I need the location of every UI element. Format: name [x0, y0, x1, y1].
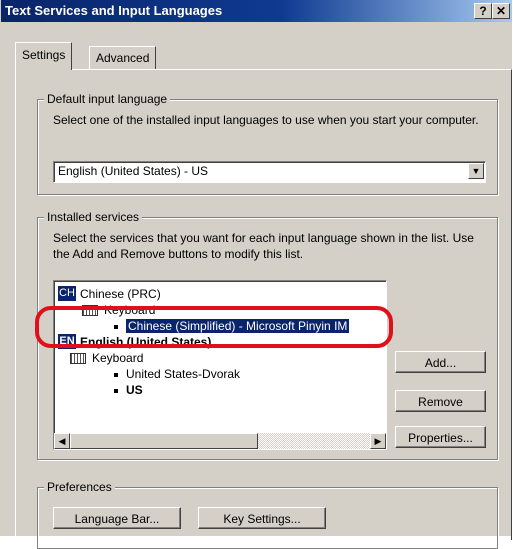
add-button[interactable]: Add...	[395, 351, 486, 373]
tree-item-us[interactable]: US	[114, 382, 143, 398]
default-language-legend: Default input language	[44, 92, 171, 106]
properties-button[interactable]: Properties...	[395, 426, 486, 448]
installed-services-legend: Installed services	[44, 210, 143, 224]
highlight-annotation	[35, 306, 393, 348]
window-title: Text Services and Input Languages	[5, 3, 223, 18]
language-bar-button-label: Language Bar...	[74, 512, 160, 526]
key-settings-button-label: Key Settings...	[223, 512, 301, 526]
scroll-right-icon[interactable]: ▶	[370, 433, 386, 449]
tab-settings[interactable]: Settings	[15, 42, 73, 70]
title-bar[interactable]: Text Services and Input Languages ? ✕	[1, 0, 512, 22]
help-button[interactable]: ?	[474, 3, 492, 19]
bullet-icon	[114, 388, 118, 393]
tree-item-label: United States-Dvorak	[126, 367, 241, 381]
key-settings-button[interactable]: Key Settings...	[198, 507, 326, 529]
tree-item-label: Chinese (PRC)	[80, 287, 161, 301]
add-button-label: Add...	[424, 356, 457, 370]
properties-button-label: Properties...	[408, 431, 473, 445]
remove-button[interactable]: Remove	[395, 390, 486, 412]
default-language-combobox[interactable]: English (United States) - US ▼	[53, 161, 486, 183]
language-bar-button[interactable]: Language Bar...	[53, 507, 181, 529]
scroll-thumb[interactable]	[70, 433, 258, 449]
installed-services-description: Select the services that you want for ea…	[53, 231, 474, 261]
dialog-window: Text Services and Input Languages ? ✕ Se…	[0, 0, 512, 549]
tab-advanced[interactable]: Advanced	[89, 46, 157, 69]
horizontal-scrollbar[interactable]: ◀ ▶	[54, 433, 386, 449]
tree-item-keyboard[interactable]: Keyboard	[70, 350, 143, 366]
language-badge-ch: CH	[58, 286, 76, 301]
dropdown-arrow-icon[interactable]: ▼	[468, 163, 484, 179]
keyboard-icon	[70, 353, 86, 365]
tree-item-label: US	[126, 383, 143, 397]
preferences-legend: Preferences	[44, 480, 115, 494]
scroll-left-icon[interactable]: ◀	[54, 433, 70, 449]
tree-item-chinese-prc[interactable]: CH Chinese (PRC)	[58, 286, 161, 302]
default-language-value: English (United States) - US	[58, 164, 209, 178]
tree-item-label: Keyboard	[92, 351, 144, 365]
default-language-description: Select one of the installed input langua…	[53, 113, 479, 127]
close-button[interactable]: ✕	[492, 3, 510, 19]
remove-button-label: Remove	[418, 395, 463, 409]
scroll-track[interactable]	[70, 433, 370, 449]
tree-item-us-dvorak[interactable]: United States-Dvorak	[114, 366, 240, 382]
bullet-icon	[114, 372, 118, 377]
